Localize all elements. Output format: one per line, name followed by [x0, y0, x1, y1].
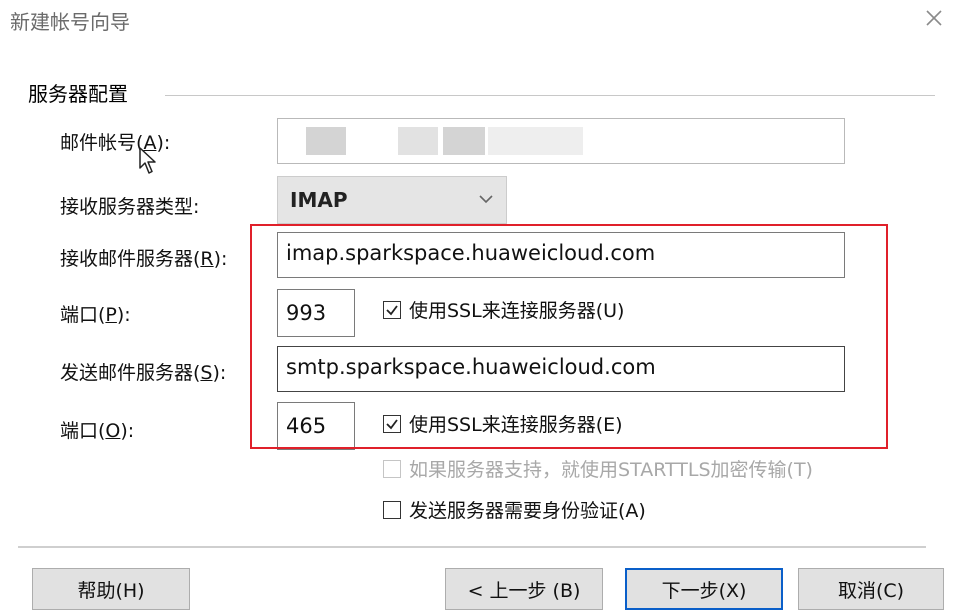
incoming-server-label: 接收邮件服务器(R): — [60, 248, 228, 270]
redacted-block — [306, 127, 346, 155]
dialog-title: 新建帐号向导 — [10, 10, 130, 34]
group-title: 服务器配置 — [28, 78, 136, 107]
redacted-block — [488, 127, 583, 155]
server-type-label: 接收服务器类型: — [60, 196, 200, 218]
redacted-block — [398, 127, 438, 155]
checkbox-unchecked-icon — [383, 500, 401, 519]
outgoing-port-label: 端口(O): — [60, 420, 135, 442]
starttls-checkbox[interactable]: 如果服务器支持，就使用STARTTLS加密传输(T) — [383, 455, 813, 482]
group-divider — [165, 95, 935, 96]
back-button[interactable]: < 上一步 (B) — [445, 568, 603, 610]
chevron-down-icon — [479, 195, 493, 204]
close-button[interactable] — [918, 2, 950, 34]
server-type-select[interactable]: IMAP — [277, 176, 507, 224]
mouse-cursor-icon — [138, 146, 160, 176]
incoming-port-label: 端口(P): — [60, 304, 131, 326]
next-button[interactable]: 下一步(X) — [625, 568, 783, 610]
starttls-label: 如果服务器支持，就使用STARTTLS加密传输(T) — [409, 459, 813, 481]
footer-divider — [18, 546, 926, 548]
checkbox-unchecked-icon — [383, 459, 401, 478]
highlight-box — [250, 224, 888, 449]
help-button[interactable]: 帮助(H) — [32, 568, 190, 610]
redacted-block — [443, 127, 485, 155]
account-input[interactable] — [277, 118, 845, 164]
auth-checkbox[interactable]: 发送服务器需要身份验证(A) — [383, 496, 646, 523]
outgoing-server-label: 发送邮件服务器(S): — [60, 362, 227, 384]
close-icon — [926, 10, 942, 26]
cancel-button[interactable]: 取消(C) — [798, 568, 944, 610]
auth-label: 发送服务器需要身份验证(A) — [409, 500, 646, 522]
